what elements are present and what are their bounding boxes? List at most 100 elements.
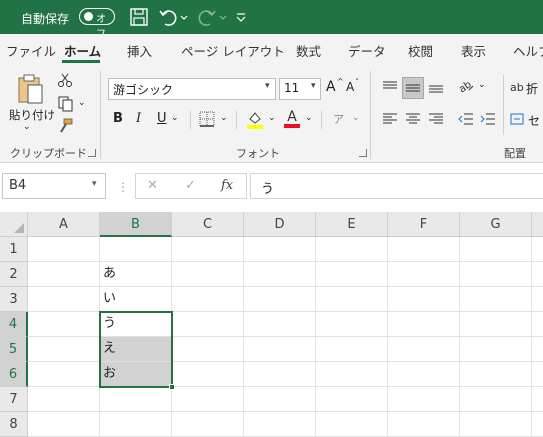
align-top-icon[interactable] xyxy=(380,77,400,97)
cell-g2[interactable] xyxy=(460,262,532,287)
select-all-button[interactable] xyxy=(0,212,28,237)
merge-center-icon[interactable] xyxy=(510,109,524,129)
column-header-b[interactable]: B xyxy=(100,212,172,237)
fill-handle[interactable] xyxy=(169,384,175,390)
increase-indent-icon[interactable] xyxy=(478,109,498,129)
fill-color-icon[interactable] xyxy=(245,108,265,130)
cell-a6[interactable] xyxy=(28,362,100,387)
cell-a1[interactable] xyxy=(28,237,100,262)
column-header-c[interactable]: C xyxy=(172,212,244,237)
cell-b4[interactable]: う xyxy=(100,312,172,337)
orientation-dropdown-icon[interactable]: ⌄ xyxy=(478,80,486,90)
font-name-field[interactable]: 游ゴシック xyxy=(108,78,276,100)
cell-g6[interactable] xyxy=(460,362,532,387)
formula-bar-resize-icon[interactable]: ⋮ xyxy=(117,180,129,194)
paste-icon[interactable] xyxy=(10,71,50,107)
cell-a3[interactable] xyxy=(28,287,100,312)
font-launcher-icon[interactable] xyxy=(359,149,367,157)
tab-review[interactable]: 校閲 xyxy=(408,41,433,60)
cell-e2[interactable] xyxy=(316,262,388,287)
tab-home[interactable]: ホーム xyxy=(64,41,101,60)
cell-a7[interactable] xyxy=(28,387,100,412)
cell-b3[interactable]: い xyxy=(100,287,172,312)
cell-h1[interactable] xyxy=(532,237,543,262)
autosave-toggle[interactable]: オフ xyxy=(79,8,115,40)
cell-g5[interactable] xyxy=(460,337,532,362)
cell-h3[interactable] xyxy=(532,287,543,312)
tab-view[interactable]: 表示 xyxy=(461,41,486,60)
paste-dropdown-icon[interactable]: ⌄ xyxy=(23,122,31,132)
column-header-a[interactable]: A xyxy=(28,212,100,237)
undo-icon[interactable] xyxy=(157,6,179,28)
underline-dropdown-icon[interactable]: ⌄ xyxy=(171,113,179,123)
cell-g8[interactable] xyxy=(460,412,532,437)
cell-b2[interactable]: あ xyxy=(100,262,172,287)
row-header-5[interactable]: 5 xyxy=(0,337,28,362)
tab-insert[interactable]: 挿入 xyxy=(127,41,152,60)
cell-c7[interactable] xyxy=(172,387,244,412)
row-header-2[interactable]: 2 xyxy=(0,262,28,287)
tab-help[interactable]: ヘルプ xyxy=(513,41,543,60)
clipboard-launcher-icon[interactable] xyxy=(88,149,96,157)
save-icon[interactable] xyxy=(128,6,150,28)
redo-dropdown-icon[interactable] xyxy=(217,6,229,28)
name-box-dropdown-icon[interactable]: ▾ xyxy=(92,179,97,189)
phonetic-dropdown-icon[interactable]: ⌄ xyxy=(352,113,360,123)
enter-icon[interactable]: ✓ xyxy=(185,178,196,193)
cell-e1[interactable] xyxy=(316,237,388,262)
cell-d1[interactable] xyxy=(244,237,316,262)
row-header-8[interactable]: 8 xyxy=(0,412,28,437)
tab-data[interactable]: データ xyxy=(348,41,386,60)
cell-c3[interactable] xyxy=(172,287,244,312)
cell-g7[interactable] xyxy=(460,387,532,412)
cell-b8[interactable] xyxy=(100,412,172,437)
formula-input[interactable]: う xyxy=(250,173,543,199)
font-color-button[interactable]: A xyxy=(282,108,302,130)
cell-f3[interactable] xyxy=(388,287,460,312)
cell-a2[interactable] xyxy=(28,262,100,287)
cell-d8[interactable] xyxy=(244,412,316,437)
cell-e6[interactable] xyxy=(316,362,388,387)
cell-e8[interactable] xyxy=(316,412,388,437)
cell-b5[interactable]: え xyxy=(100,337,172,362)
underline-button[interactable]: U xyxy=(157,111,167,126)
cell-h4[interactable] xyxy=(532,312,543,337)
cell-h2[interactable] xyxy=(532,262,543,287)
redo-icon[interactable] xyxy=(196,6,218,28)
cancel-icon[interactable]: ✕ xyxy=(147,178,158,193)
fill-color-dropdown-icon[interactable]: ⌄ xyxy=(268,113,276,123)
cell-f8[interactable] xyxy=(388,412,460,437)
borders-icon[interactable] xyxy=(197,110,217,128)
cell-a4[interactable] xyxy=(28,312,100,337)
italic-button[interactable]: I xyxy=(136,111,141,126)
column-header-g[interactable]: G xyxy=(460,212,532,237)
cell-c8[interactable] xyxy=(172,412,244,437)
wrap-text-icon[interactable]: ab xyxy=(510,77,524,97)
font-size-dropdown-icon[interactable]: ▾ xyxy=(311,81,316,91)
cell-f7[interactable] xyxy=(388,387,460,412)
borders-dropdown-icon[interactable]: ⌄ xyxy=(220,113,228,123)
align-left-icon[interactable] xyxy=(380,109,400,129)
wrap-text-label[interactable]: 折 xyxy=(526,80,538,97)
cell-h8[interactable] xyxy=(532,412,543,437)
font-name-dropdown-icon[interactable]: ▾ xyxy=(265,81,270,91)
shrink-font-icon[interactable]: A xyxy=(346,80,354,94)
cell-c1[interactable] xyxy=(172,237,244,262)
copy-dropdown-icon[interactable]: ⌄ xyxy=(78,98,86,108)
cell-b6[interactable]: お xyxy=(100,362,172,387)
cell-e7[interactable] xyxy=(316,387,388,412)
undo-dropdown-icon[interactable] xyxy=(178,6,190,28)
column-header-h[interactable] xyxy=(532,212,543,237)
cell-f5[interactable] xyxy=(388,337,460,362)
phonetic-guide-icon[interactable]: ア xyxy=(333,111,344,127)
align-middle-icon[interactable] xyxy=(402,77,424,99)
paste-label[interactable]: 貼り付け xyxy=(9,107,55,123)
cell-e4[interactable] xyxy=(316,312,388,337)
align-bottom-icon[interactable] xyxy=(426,77,446,97)
row-header-1[interactable]: 1 xyxy=(0,237,28,262)
column-header-f[interactable]: F xyxy=(388,212,460,237)
cell-a5[interactable] xyxy=(28,337,100,362)
align-right-icon[interactable] xyxy=(426,109,446,129)
cell-e3[interactable] xyxy=(316,287,388,312)
cell-f1[interactable] xyxy=(388,237,460,262)
